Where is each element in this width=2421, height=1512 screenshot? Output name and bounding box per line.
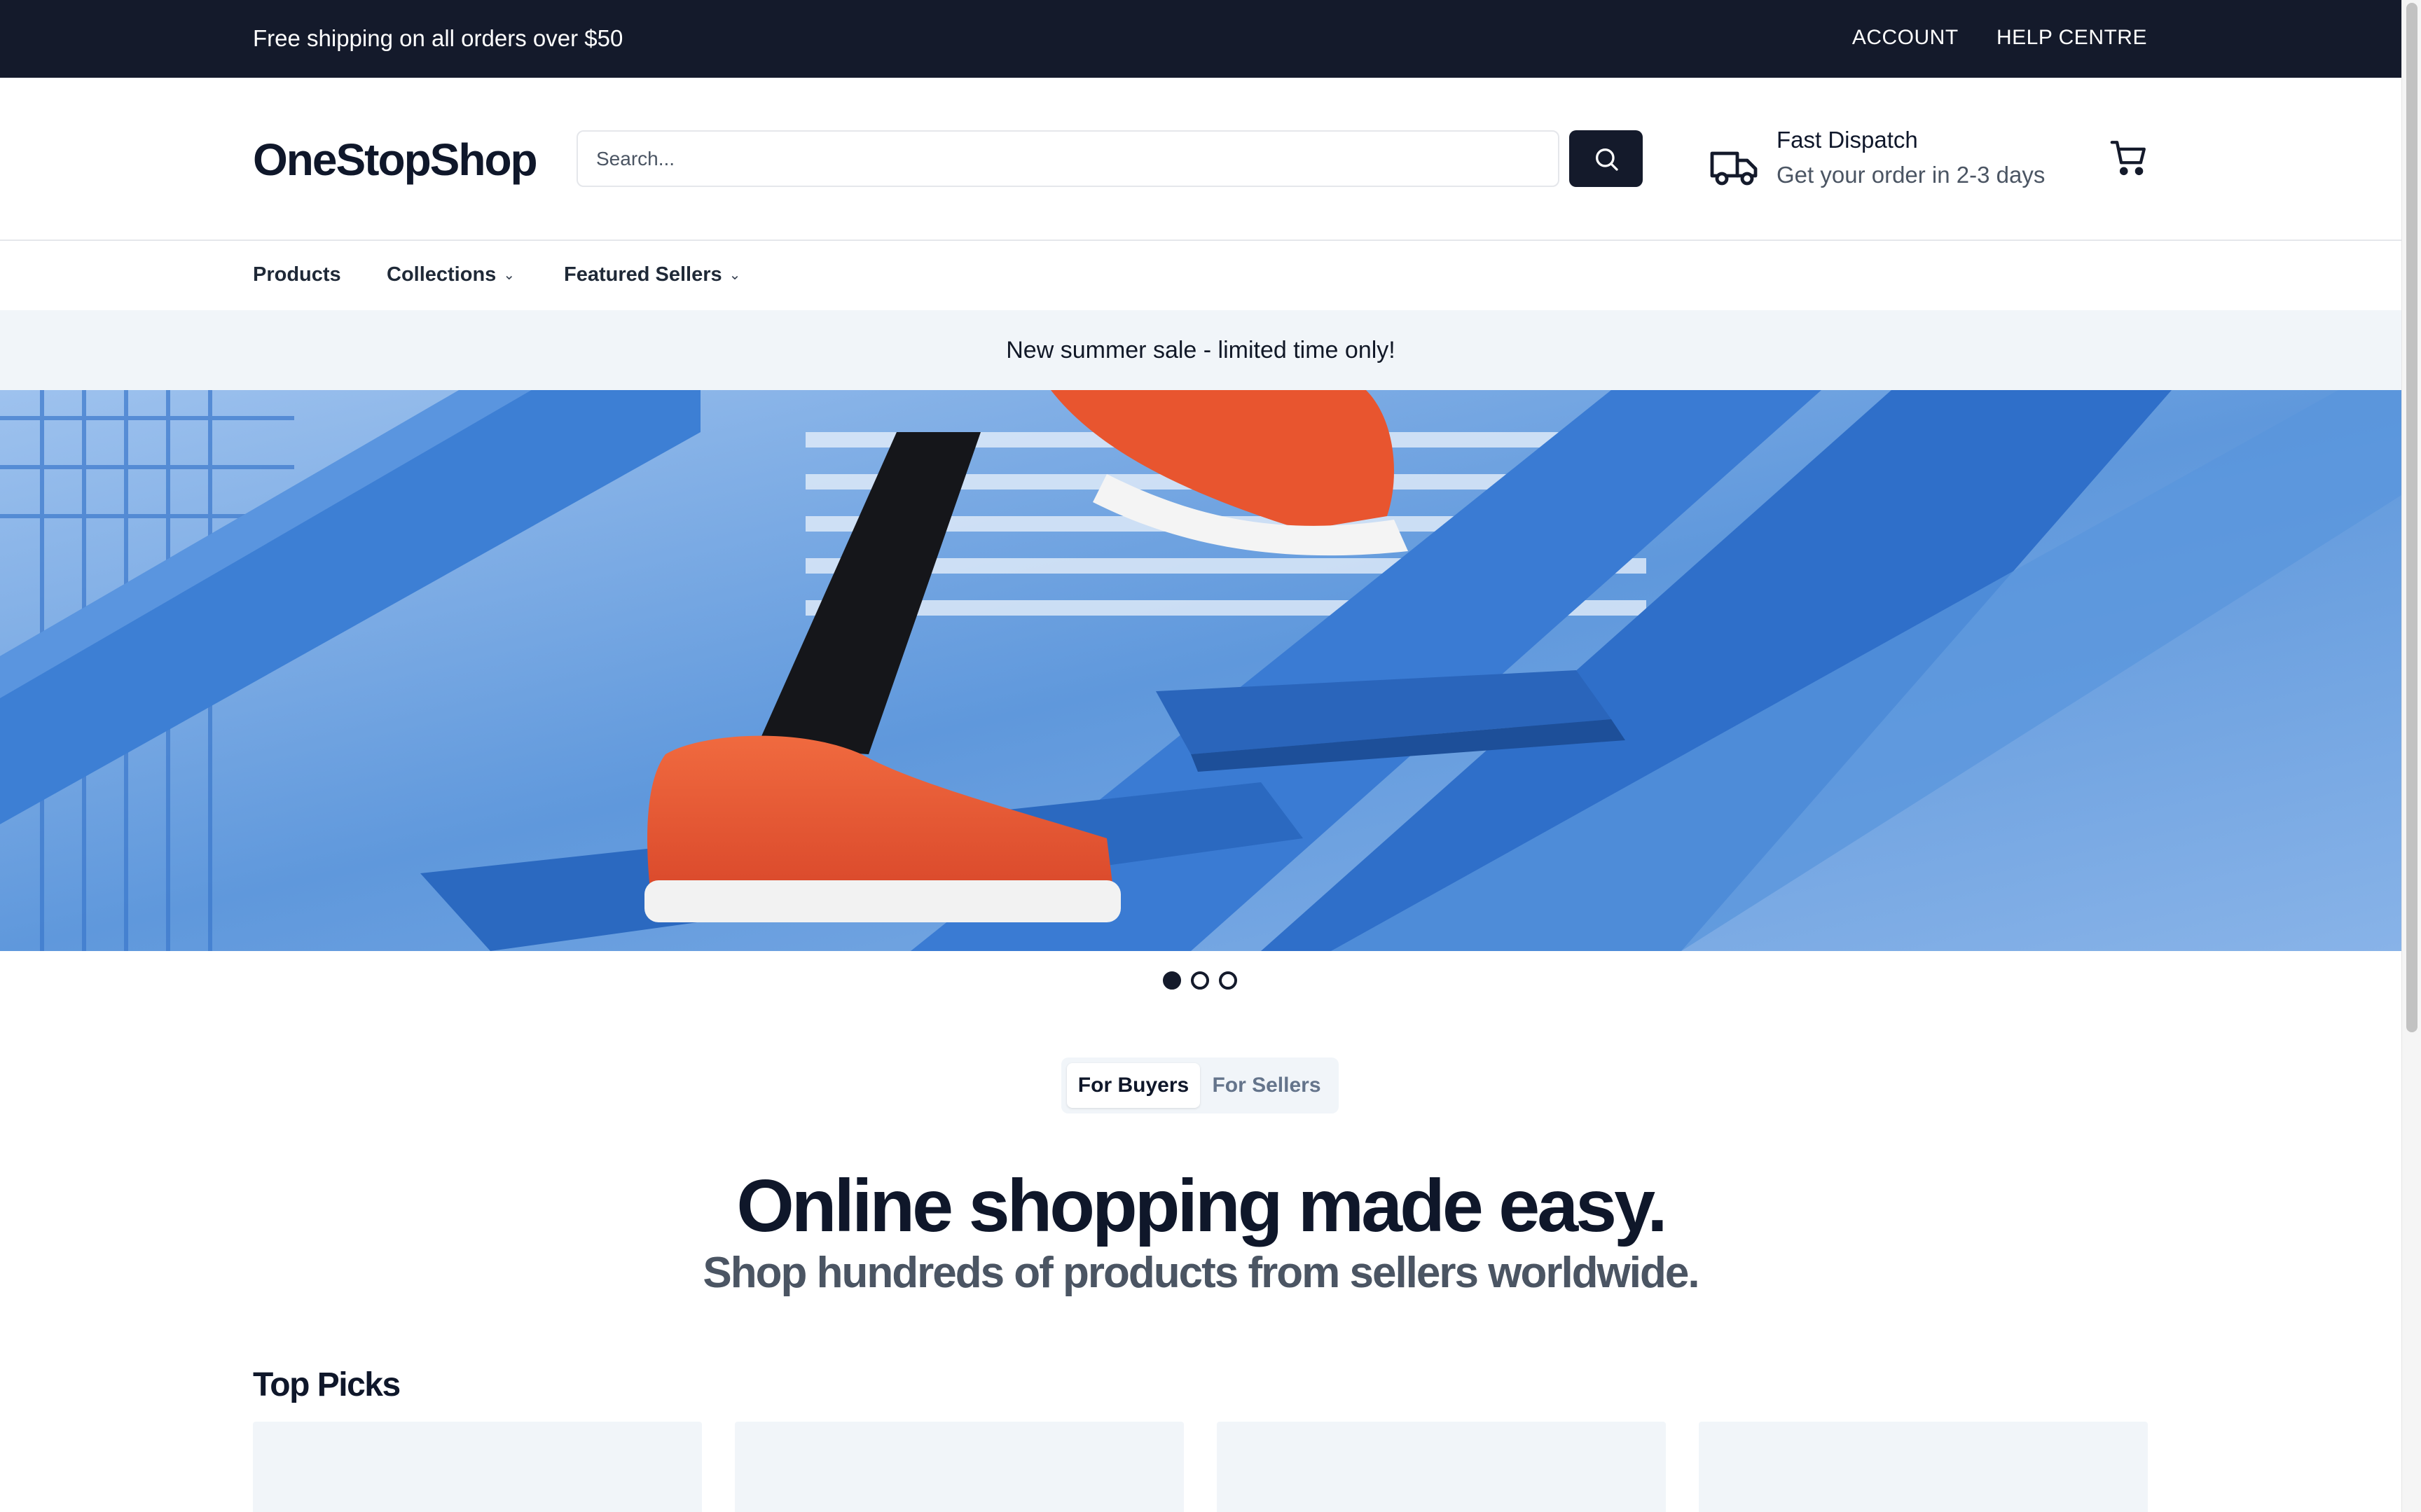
product-card[interactable] (1699, 1422, 2148, 1512)
carousel-dot[interactable] (1191, 971, 1209, 990)
site-logo[interactable]: OneStopShop (253, 134, 538, 186)
product-card[interactable] (253, 1422, 702, 1512)
nav-item-collections[interactable]: Collections ⌄ (387, 263, 515, 286)
free-shipping-text: Free shipping on all orders over $50 (253, 25, 623, 51)
dispatch-title: Fast Dispatch (1777, 127, 1918, 153)
top-picks-title: Top Picks (253, 1366, 401, 1403)
page-scrollbar[interactable] (2401, 0, 2421, 1512)
search-button[interactable] (1569, 130, 1643, 187)
hero-headline: Online shopping made easy. (736, 1165, 1667, 1247)
nav-item-label: Featured Sellers (564, 263, 722, 286)
carousel-dot[interactable] (1163, 971, 1181, 990)
cart-button[interactable] (2109, 137, 2149, 181)
chevron-down-icon: ⌄ (729, 268, 741, 283)
dispatch-subtitle: Get your order in 2-3 days (1777, 162, 2046, 188)
site-header: OneStopShop Fast Dispatch Get your order… (0, 78, 2401, 241)
product-card[interactable] (735, 1422, 1184, 1512)
product-card[interactable] (1217, 1422, 1666, 1512)
carousel-indicators (1163, 971, 1237, 990)
scrollbar-thumb[interactable] (2406, 3, 2417, 1032)
main-nav: Products Collections ⌄ Featured Sellers … (0, 241, 2401, 310)
search-input[interactable] (577, 130, 1559, 187)
sale-text: New summer sale - limited time only! (1006, 336, 1395, 363)
sale-banner: New summer sale - limited time only! (0, 310, 2401, 390)
tab-for-sellers[interactable]: For Sellers (1200, 1063, 1333, 1108)
account-link[interactable]: ACCOUNT (1852, 26, 1958, 49)
announcement-bar: Free shipping on all orders over $50 ACC… (0, 0, 2401, 78)
nav-item-featured-sellers[interactable]: Featured Sellers ⌄ (564, 263, 740, 286)
hero-illustration (0, 390, 2401, 951)
nav-item-products[interactable]: Products (253, 263, 341, 286)
topbar-links: ACCOUNT HELP CENTRE (1820, 26, 2147, 50)
hero-subline: Shop hundreds of products from sellers w… (703, 1249, 1699, 1297)
carousel-dot[interactable] (1219, 971, 1237, 990)
help-centre-link[interactable]: HELP CENTRE (1996, 26, 2147, 49)
cart-icon (2110, 141, 2146, 176)
nav-item-label: Collections (387, 263, 497, 286)
search-icon (1595, 148, 1618, 171)
chevron-down-icon: ⌄ (503, 268, 516, 283)
audience-toggle: For Buyers For Sellers (1061, 1057, 1339, 1114)
nav-item-label: Products (253, 263, 341, 286)
truck-icon (1710, 151, 1758, 186)
hero-image (0, 390, 2401, 951)
tab-for-buyers[interactable]: For Buyers (1067, 1063, 1200, 1108)
